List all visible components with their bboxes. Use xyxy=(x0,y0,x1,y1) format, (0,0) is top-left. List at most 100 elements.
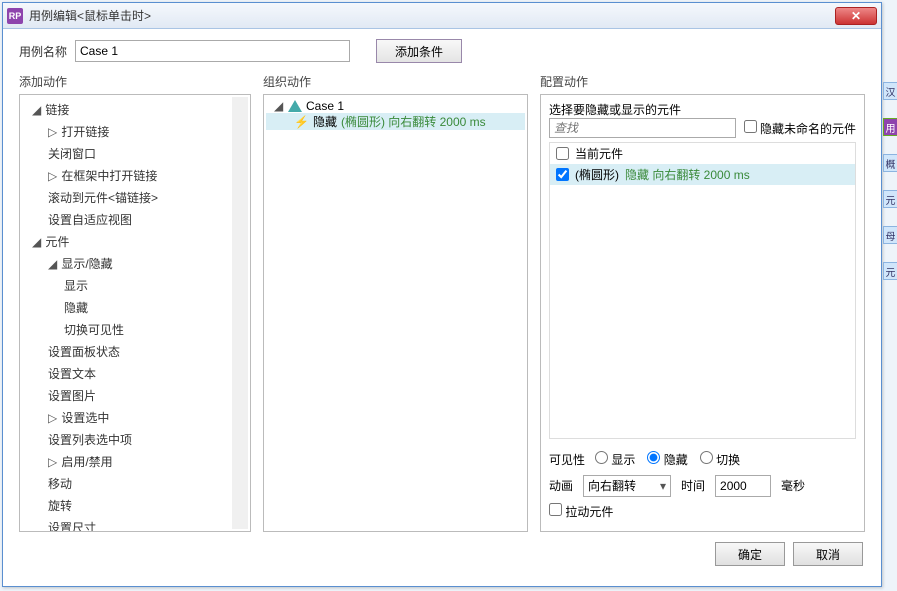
tree-rotate[interactable]: 旋转 xyxy=(22,495,248,517)
tree-move[interactable]: 移动 xyxy=(22,473,248,495)
organize-column: 组织动作 ◢ Case 1 ⚡ 隐藏 (椭圆形) 向右翻转 2000 ms xyxy=(263,69,528,532)
case-editor-dialog: RP 用例编辑<鼠标单击时> ✕ 用例名称 添加条件 添加动作 ◢ 链接 ▷ 打… xyxy=(2,2,882,587)
close-button[interactable]: ✕ xyxy=(835,7,877,25)
tree-widgets[interactable]: ◢ 元件 xyxy=(22,231,248,253)
hide-unnamed-label: 隐藏未命名的元件 xyxy=(760,122,856,136)
visibility-radio-group: 显示 隐藏 切换 xyxy=(595,447,740,473)
side-tab[interactable]: 汉 xyxy=(883,82,897,100)
add-action-column: 添加动作 ◢ 链接 ▷ 打开链接 关闭窗口 ▷ 在框架中打开链接 滚动到元件<锚… xyxy=(19,69,251,532)
chevron-right-icon: ▷ xyxy=(48,121,58,143)
tree-set-text[interactable]: 设置文本 xyxy=(22,363,248,385)
pull-widgets-checkbox[interactable] xyxy=(549,503,562,516)
organize-title: 组织动作 xyxy=(263,69,528,94)
footer: 确定 取消 xyxy=(3,532,881,576)
panels: 添加动作 ◢ 链接 ▷ 打开链接 关闭窗口 ▷ 在框架中打开链接 滚动到元件<锚… xyxy=(3,69,881,532)
widget-label: 当前元件 xyxy=(575,145,623,162)
side-tab[interactable]: 母 xyxy=(883,226,897,244)
animation-select[interactable]: 向右翻转 xyxy=(583,475,671,497)
action-detail: (椭圆形) 向右翻转 2000 ms xyxy=(341,113,486,130)
pull-widgets-option[interactable]: 拉动元件 xyxy=(549,499,613,525)
options: 可见性 显示 隐藏 切换 动画 向右翻转 时间 毫秒 xyxy=(549,439,856,525)
action-verb: 隐藏 xyxy=(313,113,337,130)
time-unit: 毫秒 xyxy=(781,473,805,499)
tree-scroll-to[interactable]: 滚动到元件<锚链接> xyxy=(22,187,248,209)
tree-open-link[interactable]: ▷ 打开链接 xyxy=(22,121,248,143)
tree-hide[interactable]: 隐藏 xyxy=(22,297,248,319)
side-tab[interactable]: 元 xyxy=(883,262,897,280)
tree-set-list-sel[interactable]: 设置列表选中项 xyxy=(22,429,248,451)
chevron-down-icon: ◢ xyxy=(274,99,284,113)
case-name-input[interactable] xyxy=(75,40,350,62)
widget-label: (椭圆形) xyxy=(575,166,619,183)
chevron-right-icon: ▷ xyxy=(48,451,58,473)
side-tab[interactable]: 元 xyxy=(883,190,897,208)
tree-open-in-frame[interactable]: ▷ 在框架中打开链接 xyxy=(22,165,248,187)
tree-label: 元件 xyxy=(45,235,69,249)
tree-label: 链接 xyxy=(45,103,69,117)
widget-list[interactable]: 当前元件 (椭圆形) 隐藏 向右翻转 2000 ms xyxy=(549,142,856,439)
widget-checkbox[interactable] xyxy=(556,147,569,160)
time-input[interactable] xyxy=(715,475,771,497)
radio-hide-input[interactable] xyxy=(647,451,660,464)
action-tree[interactable]: ◢ 链接 ▷ 打开链接 关闭窗口 ▷ 在框架中打开链接 滚动到元件<锚链接> 设… xyxy=(19,94,251,532)
tree-panel-state[interactable]: 设置面板状态 xyxy=(22,341,248,363)
ok-button[interactable]: 确定 xyxy=(715,542,785,566)
configure-box: 选择要隐藏或显示的元件 隐藏未命名的元件 当前元件 (椭圆形) 隐藏 向右翻转 … xyxy=(540,94,865,532)
action-row[interactable]: ⚡ 隐藏 (椭圆形) 向右翻转 2000 ms xyxy=(266,113,525,130)
chevron-down-icon: ◢ xyxy=(32,231,42,253)
radio-show[interactable]: 显示 xyxy=(595,447,635,473)
chevron-down-icon: ◢ xyxy=(48,253,58,275)
add-action-title: 添加动作 xyxy=(19,69,251,94)
close-icon: ✕ xyxy=(851,9,861,23)
right-side-tabs: 汉 用 概 元 母 元 xyxy=(883,82,897,280)
case-icon xyxy=(288,100,302,112)
hide-unnamed-option[interactable]: 隐藏未命名的元件 xyxy=(744,120,856,137)
chevron-down-icon: ◢ xyxy=(32,99,42,121)
chevron-right-icon: ▷ xyxy=(48,165,58,187)
tree-close-window[interactable]: 关闭窗口 xyxy=(22,143,248,165)
tree-label: 设置选中 xyxy=(61,411,109,425)
tree-enable-disable[interactable]: ▷ 启用/禁用 xyxy=(22,451,248,473)
tree-links[interactable]: ◢ 链接 xyxy=(22,99,248,121)
configure-title: 配置动作 xyxy=(540,69,865,94)
tree-toggle-vis[interactable]: 切换可见性 xyxy=(22,319,248,341)
hide-unnamed-checkbox[interactable] xyxy=(744,120,757,133)
cancel-button[interactable]: 取消 xyxy=(793,542,863,566)
visibility-label: 可见性 xyxy=(549,447,585,473)
bolt-icon: ⚡ xyxy=(294,115,309,129)
app-icon: RP xyxy=(7,8,23,24)
radio-toggle[interactable]: 切换 xyxy=(700,447,740,473)
side-tab[interactable]: 用 xyxy=(883,118,897,136)
search-input[interactable] xyxy=(549,118,736,138)
configure-column: 配置动作 选择要隐藏或显示的元件 隐藏未命名的元件 当前元件 (椭圆形) 隐藏 … xyxy=(540,69,865,532)
widget-action-label: 隐藏 向右翻转 2000 ms xyxy=(625,166,750,183)
top-row: 用例名称 添加条件 xyxy=(3,29,881,69)
add-condition-button[interactable]: 添加条件 xyxy=(376,39,462,63)
tree-show-hide[interactable]: ◢ 显示/隐藏 xyxy=(22,253,248,275)
case-label: Case 1 xyxy=(306,99,344,113)
animation-label: 动画 xyxy=(549,473,573,499)
tree-show[interactable]: 显示 xyxy=(22,275,248,297)
widget-row-current[interactable]: 当前元件 xyxy=(550,143,855,164)
radio-hide[interactable]: 隐藏 xyxy=(647,447,687,473)
case-name-label: 用例名称 xyxy=(19,43,67,60)
titlebar[interactable]: RP 用例编辑<鼠标单击时> ✕ xyxy=(3,3,881,29)
radio-show-input[interactable] xyxy=(595,451,608,464)
tree-adaptive[interactable]: 设置自适应视图 xyxy=(22,209,248,231)
tree-set-size[interactable]: 设置尺寸 xyxy=(22,517,248,532)
tree-set-image[interactable]: 设置图片 xyxy=(22,385,248,407)
side-tab[interactable]: 概 xyxy=(883,154,897,172)
chevron-right-icon: ▷ xyxy=(48,407,58,429)
widget-row-ellipse[interactable]: (椭圆形) 隐藏 向右翻转 2000 ms xyxy=(550,164,855,185)
scrollbar[interactable] xyxy=(232,97,248,529)
tree-label: 在框架中打开链接 xyxy=(61,169,157,183)
tree-set-selected[interactable]: ▷ 设置选中 xyxy=(22,407,248,429)
case-row[interactable]: ◢ Case 1 xyxy=(266,99,525,113)
widget-checkbox[interactable] xyxy=(556,168,569,181)
select-widgets-label: 选择要隐藏或显示的元件 xyxy=(549,101,856,118)
tree-label: 启用/禁用 xyxy=(61,455,112,469)
organize-box[interactable]: ◢ Case 1 ⚡ 隐藏 (椭圆形) 向右翻转 2000 ms xyxy=(263,94,528,532)
window-title: 用例编辑<鼠标单击时> xyxy=(29,7,835,24)
radio-toggle-input[interactable] xyxy=(700,451,713,464)
tree-label: 显示/隐藏 xyxy=(61,257,112,271)
